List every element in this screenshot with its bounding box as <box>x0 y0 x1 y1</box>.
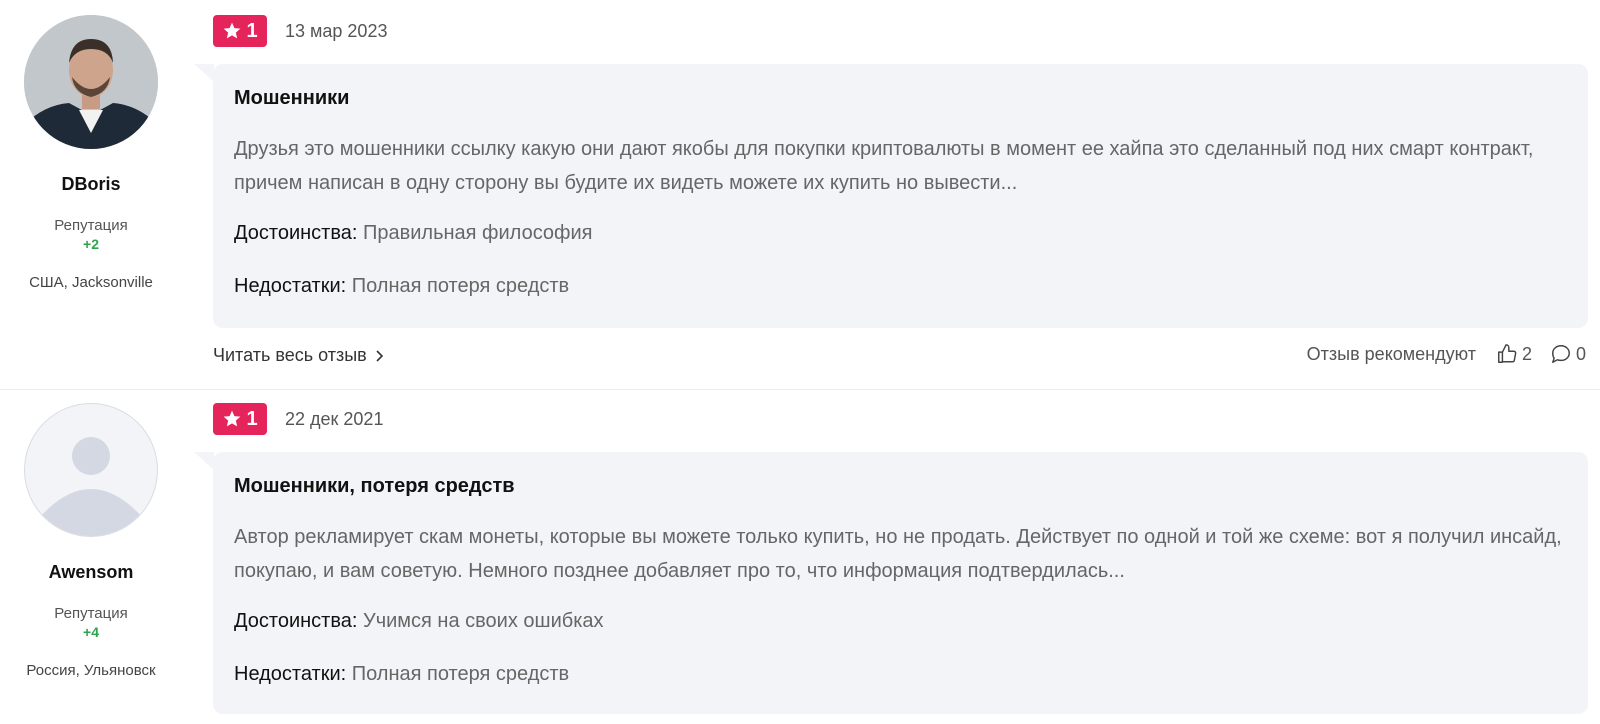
review-cons: Недостатки: Полная потеря средств <box>234 663 569 686</box>
comment-button[interactable]: 0 <box>1550 343 1586 365</box>
reputation-value: +4 <box>83 624 99 640</box>
thumbs-up-icon <box>1497 344 1517 363</box>
cons-text: Полная потеря средств <box>351 663 570 685</box>
reputation-value: +2 <box>83 236 99 252</box>
default-avatar-icon <box>39 437 143 536</box>
review-date: 22 дек 2021 <box>285 409 384 429</box>
recommend-label: Отзыв рекомендуют <box>1306 343 1476 364</box>
review-date: 13 мар 2023 <box>285 21 388 41</box>
reputation-label: Репутация <box>54 605 128 622</box>
cons-text: Полная потеря средств <box>351 275 570 297</box>
read-more-link[interactable]: Читать весь отзыв <box>213 345 385 366</box>
review-cons: Недостатки: Полная потеря средств <box>234 275 569 298</box>
review-pros: Достоинства: Правильная философия <box>234 222 593 245</box>
rating-value: 1 <box>246 19 258 42</box>
author-name[interactable]: Awensom <box>0 562 182 583</box>
bubble-tail <box>194 452 214 470</box>
reputation-label: Репутация <box>54 217 128 234</box>
author-location: Россия, Ульяновск <box>26 662 156 679</box>
rating-badge: 1 <box>213 15 267 47</box>
chevron-right-icon <box>376 349 383 362</box>
comment-count: 0 <box>1575 343 1586 364</box>
review-text: Автор рекламирует скам монеты, которые в… <box>234 526 1562 582</box>
review-title[interactable]: Мошенники <box>234 87 349 110</box>
cons-label: Недостатки: <box>234 663 347 685</box>
author-location: США, Jacksonville <box>29 274 153 291</box>
pros-text: Правильная философия <box>362 222 593 244</box>
review-pros: Достоинства: Учимся на своих ошибках <box>234 610 604 633</box>
avatar[interactable] <box>24 15 158 149</box>
pros-label: Достоинства: <box>234 610 358 632</box>
rating-value: 1 <box>246 407 258 430</box>
bubble-tail <box>194 64 214 82</box>
user-photo-icon <box>24 15 158 149</box>
star-icon <box>224 410 241 427</box>
comment-icon <box>1552 345 1570 363</box>
review-card: Awensom Репутация +4 Россия, Ульяновск 1… <box>0 390 1600 724</box>
review-title[interactable]: Мошенники, потеря средств <box>234 475 515 498</box>
review-bubble: Мошенники, потеря средств Автор рекламир… <box>213 452 1588 714</box>
review-card: DBoris Репутация +2 США, Jacksonville 1 … <box>0 0 1600 390</box>
like-button[interactable]: 2 <box>1496 343 1532 365</box>
pros-text: Учимся на своих ошибках <box>362 610 604 632</box>
read-more-label: Читать весь отзыв <box>213 345 367 365</box>
review-text: Друзья это мошенники ссылку какую они да… <box>234 138 1534 194</box>
review-author: DBoris Репутация +2 США, Jacksonville <box>0 0 182 291</box>
cons-label: Недостатки: <box>234 275 347 297</box>
review-bubble: Мошенники Друзья это мошенники ссылку ка… <box>213 64 1588 328</box>
review-meta: Отзыв рекомендуют 2 0 <box>1307 343 1586 365</box>
star-icon <box>224 22 241 39</box>
like-count: 2 <box>1521 343 1532 364</box>
avatar[interactable] <box>24 403 158 537</box>
pros-label: Достоинства: <box>234 222 358 244</box>
review-author: Awensom Репутация +4 Россия, Ульяновск <box>0 390 182 679</box>
author-name[interactable]: DBoris <box>0 174 182 195</box>
rating-badge: 1 <box>213 403 267 435</box>
